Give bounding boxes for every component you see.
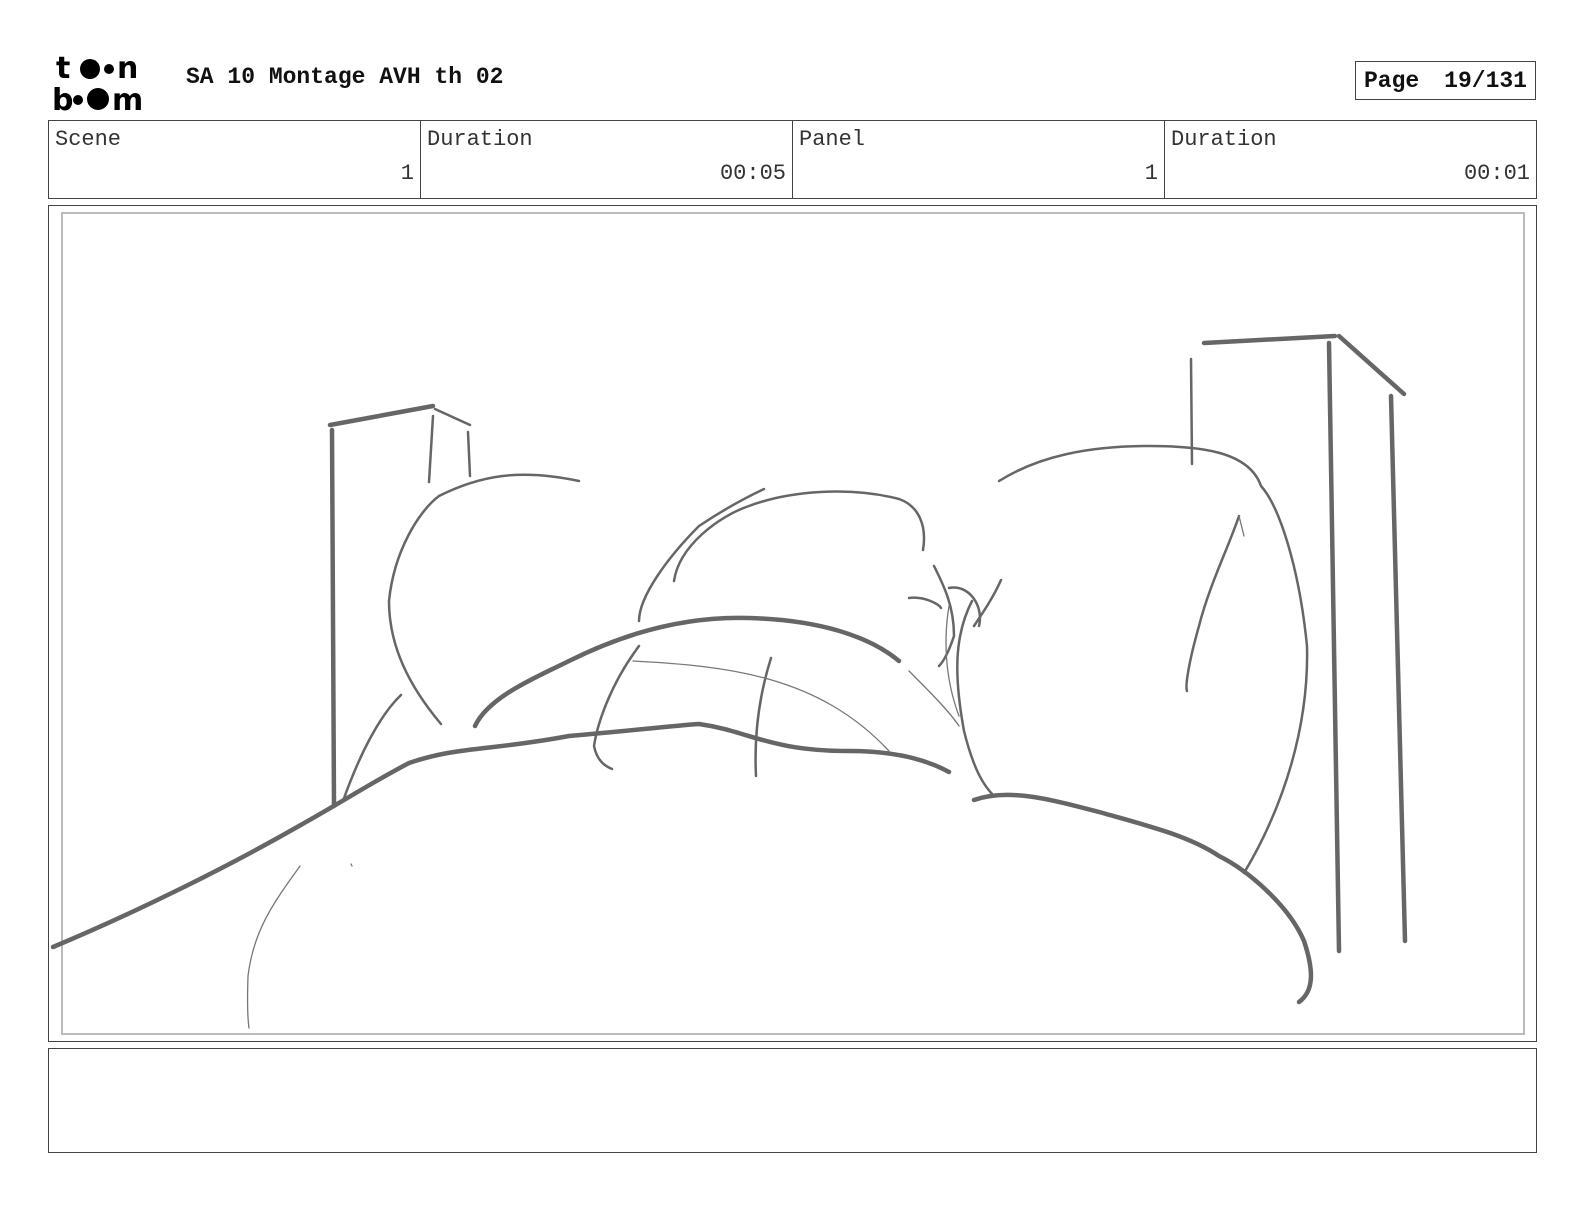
panel-duration-value: 00:01 (1463, 161, 1530, 186)
scene-number: 1 (400, 161, 414, 186)
scene-duration-cell: Duration 00:05 (421, 121, 793, 198)
panel-number: 1 (1144, 161, 1158, 186)
document-title: SA 10 Montage AVH th 02 (186, 64, 504, 90)
svg-text:b: b (52, 83, 73, 112)
page-indicator: Page 19/131 (1355, 61, 1536, 100)
panel-duration-label: Duration (1171, 127, 1277, 152)
panel-notes-box (48, 1048, 1537, 1153)
svg-text:m: m (112, 83, 143, 112)
storyboard-sketch (50, 333, 1408, 1029)
panel-cell: Panel 1 (793, 121, 1165, 198)
panel-label: Panel (799, 127, 866, 152)
panel-duration-cell: Duration 00:01 (1165, 121, 1536, 198)
scene-label: Scene (55, 127, 122, 152)
svg-text:n: n (117, 52, 138, 86)
panel-info-row: Scene 1 Duration 00:05 Panel 1 Duration … (48, 120, 1537, 199)
scene-duration-label: Duration (427, 127, 533, 152)
scene-cell: Scene 1 (49, 121, 421, 198)
page-label: Page (1364, 67, 1420, 94)
toon-boom-logo: t n b m (52, 52, 143, 112)
storyboard-panel (48, 205, 1537, 1042)
page-number: 19/131 (1444, 67, 1527, 94)
svg-text:t: t (56, 52, 70, 86)
scene-duration-value: 00:05 (719, 161, 786, 186)
